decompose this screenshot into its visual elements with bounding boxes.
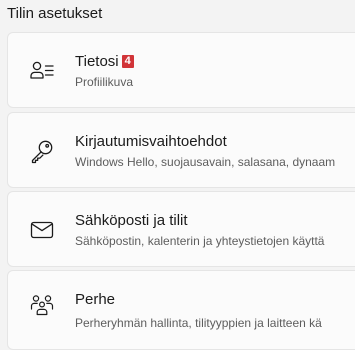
settings-item-title: Sähköposti ja tilit	[75, 212, 188, 229]
settings-item-sign-in-options[interactable]: Kirjautumisvaihtoehdot Windows Hello, su…	[7, 112, 355, 188]
notification-badge: 4	[121, 55, 134, 68]
settings-item-title: Tietosi 4	[75, 53, 134, 70]
settings-item-family[interactable]: Perhe Perheryhmän hallinta, tilityyppien…	[7, 270, 355, 350]
key-icon	[31, 140, 53, 164]
settings-item-subtitle: Sähköpostin, kalenterin ja yhteystietoje…	[75, 234, 325, 248]
settings-item-email-accounts[interactable]: Sähköposti ja tilit Sähköpostin, kalente…	[7, 191, 355, 267]
settings-item-title: Kirjautumisvaihtoehdot	[75, 133, 227, 150]
person-info-icon	[30, 61, 54, 79]
family-icon	[30, 295, 54, 316]
settings-item-subtitle: Profiilikuva	[75, 75, 134, 89]
settings-item-subtitle: Perheryhmän hallinta, tilityyppien ja la…	[75, 316, 322, 330]
mail-icon	[30, 221, 54, 239]
section-title: Tilin asetukset	[7, 5, 103, 22]
settings-item-title: Perhe	[75, 291, 116, 308]
settings-item-your-info[interactable]: Tietosi 4 Profiilikuva	[7, 32, 355, 108]
settings-item-subtitle: Windows Hello, suojausavain, salasana, d…	[75, 155, 336, 169]
